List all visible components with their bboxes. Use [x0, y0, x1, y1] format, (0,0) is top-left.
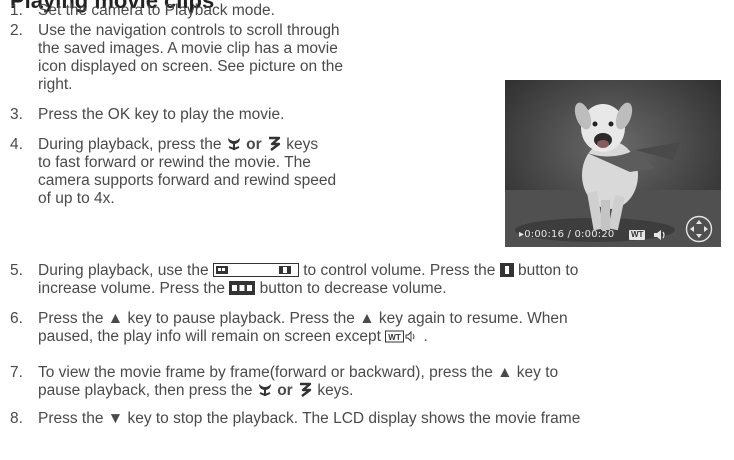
step-text: . — [423, 328, 428, 345]
nav-dial-icon — [685, 215, 713, 243]
step-number: 3. — [10, 106, 23, 123]
step-text: To view the movie frame by frame(forward… — [38, 364, 493, 381]
step-text: Press the OK key to play the movie. — [38, 106, 285, 123]
tulip-icon — [258, 384, 271, 397]
wt-badge: WT — [629, 230, 646, 240]
step-text-line: icon displayed on screen. See picture on… — [38, 58, 344, 75]
step-text: button to — [517, 262, 579, 279]
step-text: or — [277, 382, 293, 399]
step-text: During playback, use the — [38, 262, 209, 279]
step-text-line: of up to 4x. — [38, 190, 115, 207]
step-7: 7. To view the movie frame by frame(forw… — [10, 364, 730, 404]
step-text: paused, the play info will remain on scr… — [38, 328, 381, 345]
step-text: or — [246, 136, 262, 153]
step-text: During playback, press the — [38, 136, 222, 153]
step-text: Press the — [38, 410, 104, 427]
step-text-line: camera supports forward and rewind speed — [38, 172, 337, 189]
step-text: keys — [286, 136, 319, 153]
step-number: 7. — [10, 364, 23, 381]
step-text: keys. — [317, 382, 354, 399]
up-triangle-icon: ▲ — [359, 310, 375, 327]
step-text-line: to fast forward or rewind the movie. The — [38, 154, 311, 171]
up-triangle-icon: ▲ — [497, 364, 513, 381]
step-text-line: Use the navigation controls to scroll th… — [38, 22, 340, 39]
step-number: 4. — [10, 136, 23, 153]
step-number: 8. — [10, 410, 23, 427]
step-text: to control volume. Press the — [303, 262, 496, 279]
step-text: button to decrease volume. — [259, 280, 447, 297]
tulip-icon — [227, 138, 240, 151]
down-triangle-icon: ▼ — [107, 410, 124, 427]
step-text: key to pause playback. Press the — [127, 310, 355, 327]
wt-speaker-icon: WT — [385, 330, 415, 343]
step-2: 2. Use the navigation controls to scroll… — [10, 22, 490, 98]
wide-icon — [229, 281, 256, 295]
step-number: 5. — [10, 262, 23, 279]
step-text: key to stop the playback. The LCD displa… — [127, 410, 581, 427]
step-text: increase volume. Press the — [38, 280, 225, 297]
step-number: 1. — [10, 2, 23, 19]
step-text: Press the — [38, 310, 104, 327]
tele-icon — [499, 263, 514, 277]
flower-icon — [300, 382, 312, 397]
step-text-line: right. — [38, 76, 73, 93]
step-text-line: the saved images. A movie clip has a mov… — [38, 40, 338, 57]
speaker-icon — [654, 230, 665, 240]
step-6: 6. Press the ▲ key to pause playback. Pr… — [10, 310, 730, 350]
step-5: 5. During playback, use the to control v… — [10, 262, 730, 302]
movie-playback-photo: ▸0:00:16 / 0:00:20 WT — [505, 80, 721, 247]
step-text: key to — [516, 364, 559, 381]
up-triangle-icon: ▲ — [107, 310, 124, 327]
step-number: 6. — [10, 310, 23, 327]
step-number: 2. — [10, 22, 23, 39]
svg-text:WT: WT — [389, 333, 402, 342]
step-text: pause playback, then press the — [38, 382, 253, 399]
timecode-readout: ▸0:00:16 / 0:00:20 — [519, 229, 615, 240]
flower-icon — [268, 136, 281, 151]
zoom-bar-icon — [212, 263, 299, 277]
step-4: 4. During playback, press the or keys to… — [10, 136, 490, 212]
step-text: Set the camera to Playback mode. — [38, 2, 275, 19]
step-text: key again to resume. When — [378, 310, 568, 327]
